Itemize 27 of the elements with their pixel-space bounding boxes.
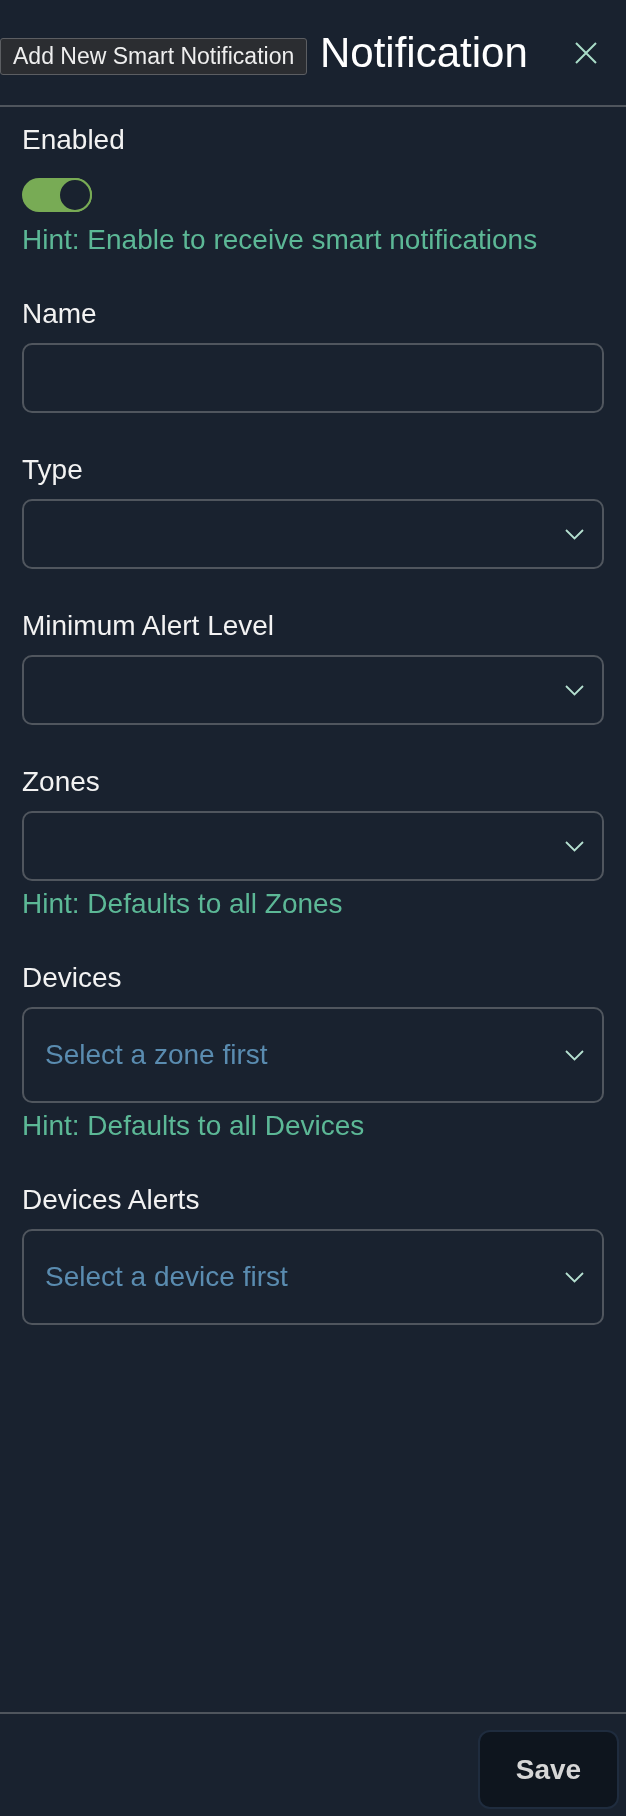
toggle-switch[interactable]	[22, 178, 92, 212]
dropdown-field[interactable]: Select a zone first	[22, 1007, 604, 1103]
close-button[interactable]	[574, 40, 598, 65]
dropdown-field[interactable]	[22, 655, 604, 725]
tooltip: Add New Smart Notification	[0, 38, 308, 75]
save-button[interactable]: Save	[478, 1730, 619, 1809]
field-label: Zones	[22, 765, 101, 799]
chevron-down-icon	[565, 528, 584, 540]
field-label: Devices	[22, 961, 123, 995]
text-input[interactable]	[22, 343, 604, 413]
chevron-down-icon	[565, 1049, 584, 1061]
close-icon	[575, 41, 597, 64]
chevron-down-icon	[565, 840, 584, 852]
dropdown-field[interactable]: Select a device first	[22, 1229, 604, 1325]
dialog-title: Notification	[320, 31, 528, 74]
dropdown-field[interactable]	[22, 811, 604, 881]
hint-text: Hint: Defaults to all Devices	[22, 1109, 366, 1143]
field-label: Enabled	[22, 123, 126, 157]
chevron-down-icon	[565, 684, 584, 696]
hint-text: Hint: Enable to receive smart notifications	[22, 223, 539, 257]
field-label: Devices Alerts	[22, 1183, 201, 1217]
field-label: Minimum Alert Level	[22, 609, 276, 643]
chevron-down-icon	[565, 1271, 584, 1283]
dropdown-field[interactable]	[22, 499, 604, 569]
field-label: Name	[22, 297, 98, 331]
field-label: Type	[22, 453, 84, 487]
hint-text: Hint: Defaults to all Zones	[22, 887, 344, 921]
